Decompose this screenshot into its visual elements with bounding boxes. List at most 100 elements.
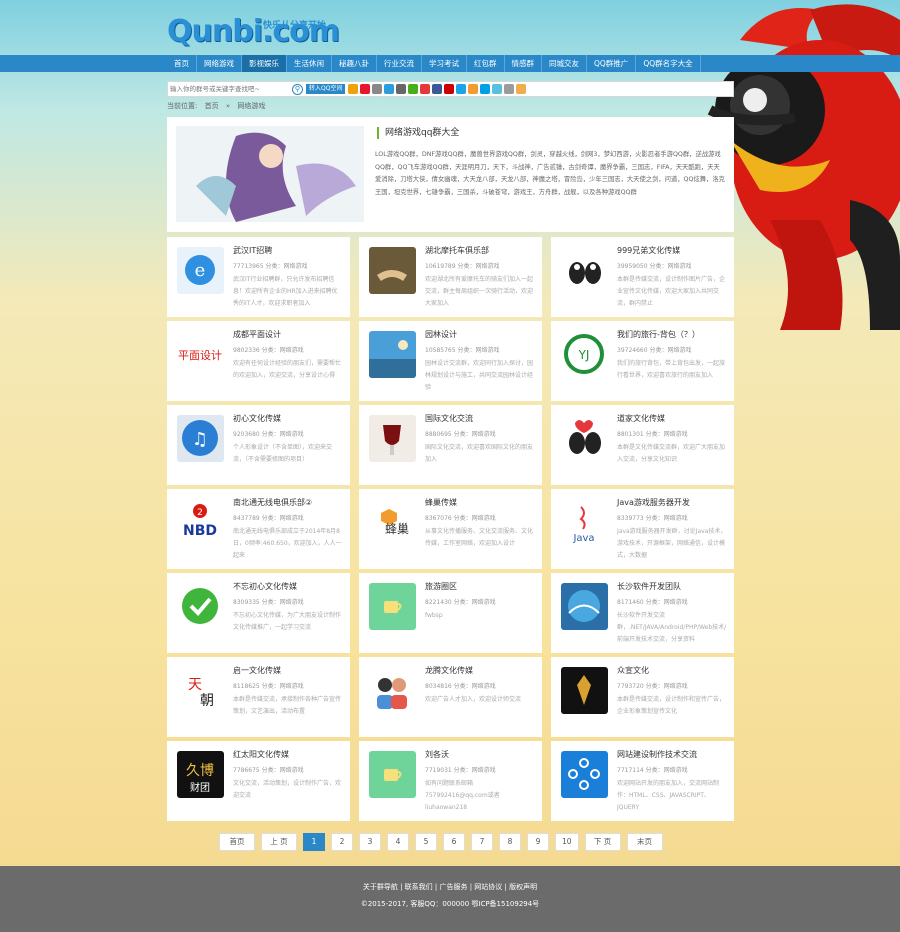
handshake-icon[interactable]	[369, 247, 416, 294]
group-card[interactable]: Java Java游戏服务器开发 8339773 分类：网络游戏 Java游戏服务器开…	[551, 489, 734, 569]
nav-item[interactable]: 秘趣八卦	[332, 55, 377, 72]
group-card[interactable]: 旅游圈区 8221430 分类：网络游戏 fwbsp	[359, 573, 542, 653]
kaixin-icon[interactable]	[492, 84, 503, 94]
print-icon[interactable]	[504, 84, 515, 94]
group-card[interactable]: 不忘初心文化传媒 8309335 分类：网络游戏 不忘初心文化传媒，为广大朋友设计制…	[167, 573, 350, 653]
card-title[interactable]: Java游戏服务器开发	[617, 497, 690, 508]
footer-links[interactable]: 关于群导航 | 联系我们 | 广告服务 | 网站协议 | 版权声明	[0, 882, 900, 892]
jiubo-logo-icon[interactable]: 久博 财团	[177, 751, 224, 798]
nav-item[interactable]: QQ群推广	[587, 55, 637, 72]
nav-item[interactable]: 首页	[167, 55, 197, 72]
card-title[interactable]: 不忘初心文化传媒	[233, 581, 297, 592]
globe-icon[interactable]	[561, 583, 608, 630]
wine-glass-icon[interactable]	[369, 415, 416, 462]
search-icon[interactable]: ⚲	[292, 83, 303, 95]
pager-page-button[interactable]: 1	[303, 833, 325, 851]
nav-item[interactable]: 学习考试	[422, 55, 467, 72]
mail-icon[interactable]	[480, 84, 491, 94]
card-title[interactable]: 成都平面设计	[233, 329, 281, 340]
card-title[interactable]: 国际文化交流	[425, 413, 473, 424]
landscape-icon[interactable]	[369, 331, 416, 378]
pager-page-button[interactable]: 6	[443, 833, 465, 851]
pager-page-button[interactable]: 8	[499, 833, 521, 851]
network-icon[interactable]	[561, 751, 608, 798]
pager-page-button[interactable]: 10	[555, 833, 579, 851]
group-card[interactable]: 国际文化交流 8880695 分类：网络游戏 国际文化交流，欢迎喜欢国际文化的朋友加…	[359, 405, 542, 485]
hive-logo-icon[interactable]: 蜂巢	[369, 499, 416, 546]
group-card[interactable]: 湖北摩托车俱乐部 10619789 分类：网络游戏 欢迎湖北所有爱摩托车的骑友们加入…	[359, 237, 542, 317]
bookmark-icon[interactable]	[468, 84, 479, 94]
nav-item[interactable]: 生活休闲	[287, 55, 332, 72]
group-card[interactable]: 2 NBD 南北通无线电俱乐部② 8437789 分类：网络游戏 南北通无线电俱乐部成立…	[167, 489, 350, 569]
nav-item[interactable]: 行业交流	[377, 55, 422, 72]
tianchao-logo-icon[interactable]: 天朝	[177, 667, 224, 714]
check-circle-icon[interactable]	[177, 583, 224, 630]
renren-icon[interactable]	[396, 84, 407, 94]
heart-icon[interactable]	[420, 84, 431, 94]
breadcrumb-home[interactable]: 首页	[205, 102, 219, 110]
group-card[interactable]: ♫ 初心文化传媒 9203680 分类：网络游戏 个人形象设计（不含单图），欢迎来交流…	[167, 405, 350, 485]
nav-item[interactable]: 红包群	[467, 55, 505, 72]
card-title[interactable]: 武汉IT招聘	[233, 245, 272, 256]
pager-nav-button[interactable]: 上 页	[261, 833, 297, 851]
nav-item[interactable]: 影视娱乐	[242, 55, 287, 72]
card-title[interactable]: 长沙软件开发团队	[617, 581, 681, 592]
share-qzone-button[interactable]: 转入QQ空间	[306, 84, 346, 94]
card-title[interactable]: 众宣文化	[617, 665, 649, 676]
card-title[interactable]: 999兄弟文化传媒	[617, 245, 680, 256]
pager-page-button[interactable]: 3	[359, 833, 381, 851]
group-card[interactable]: 天朝启一文化传媒 8118625 分类：网络游戏 本群是传媒交流，承接制作各种广告宣…	[167, 657, 350, 737]
pager-page-button[interactable]: 9	[527, 833, 549, 851]
pager-page-button[interactable]: 5	[415, 833, 437, 851]
facebook-icon[interactable]	[432, 84, 443, 94]
card-title[interactable]: 我们的旅行-背包（？）	[617, 329, 700, 340]
pager-nav-button[interactable]: 末页	[626, 833, 663, 851]
nav-item[interactable]: 同城交友	[542, 55, 587, 72]
group-card[interactable]: 久博 财团 红太阳文化传媒 7786675 分类：网络游戏 文化交流，活动策划，设计制作…	[167, 741, 350, 821]
java-icon[interactable]: Java	[561, 499, 608, 546]
card-title[interactable]: 红太阳文化传媒	[233, 749, 289, 760]
ie-icon[interactable]: e	[177, 247, 224, 294]
pager-nav-button[interactable]: 首页	[219, 833, 255, 851]
qq-icon[interactable]	[456, 84, 467, 94]
qq-penguin-icon[interactable]	[561, 247, 608, 294]
tencent-weibo-icon[interactable]	[384, 84, 395, 94]
card-title[interactable]: 刘各沃	[425, 749, 449, 760]
weibo-icon[interactable]	[360, 84, 371, 94]
card-title[interactable]: 湖北摩托车俱乐部	[425, 245, 489, 256]
star-icon[interactable]	[348, 84, 359, 94]
card-title[interactable]: 初心文化传媒	[233, 413, 281, 424]
pager-page-button[interactable]: 7	[471, 833, 493, 851]
breadcrumb-current[interactable]: 网络游戏	[237, 102, 265, 110]
group-card[interactable]: 龙腾文化传媒 8034816 分类：网络游戏 欢迎广告人才加入，欢迎设计师交流	[359, 657, 542, 737]
group-card[interactable]: 道家文化传媒 8801301 分类：网络游戏 本群是文化传媒交流群，欢迎广大朋友加入…	[551, 405, 734, 485]
search-input[interactable]	[168, 83, 288, 95]
emblem-icon[interactable]	[561, 667, 608, 714]
wechat-icon[interactable]	[408, 84, 419, 94]
coffee-cup-icon[interactable]	[369, 583, 416, 630]
card-title[interactable]: 南北通无线电俱乐部②	[233, 497, 312, 508]
more-icon[interactable]	[516, 84, 527, 94]
group-card[interactable]: 刘各沃 7719031 分类：网络游戏 如有问题联系邮箱757992416@qq.c…	[359, 741, 542, 821]
card-title[interactable]: 启一文化传媒	[233, 665, 281, 676]
music-note-icon[interactable]: ♫	[177, 415, 224, 462]
card-title[interactable]: 旅游圈区	[425, 581, 457, 592]
group-card[interactable]: 平面设计 成都平面设计 9802336 分类：网络游戏 欢迎有任何设计经验的朋友们，需…	[167, 321, 350, 401]
graphic-design-icon[interactable]: 平面设计	[177, 331, 224, 378]
card-title[interactable]: 网站建设制作技术交流	[617, 749, 697, 760]
site-logo[interactable]: Qunbi.com 快乐从分享开始	[167, 12, 340, 52]
group-card[interactable]: 蜂巢 蜂巢传媒 8367076 分类：网络游戏 从事文化传播服务、文化交流服务、文化传…	[359, 489, 542, 569]
pager-nav-button[interactable]: 下 页	[584, 833, 621, 851]
pager-page-button[interactable]: 4	[387, 833, 409, 851]
card-title[interactable]: 道家文化传媒	[617, 413, 665, 424]
couple-avatar-icon[interactable]	[369, 667, 416, 714]
group-card[interactable]: 网站建设制作技术交流 7717114 分类：网络游戏 欢迎网站开发的朋友加入，交流网…	[551, 741, 734, 821]
pager-page-button[interactable]: 2	[331, 833, 353, 851]
card-title[interactable]: 龙腾文化传媒	[425, 665, 473, 676]
travel-logo-icon[interactable]: YJ	[561, 331, 608, 378]
group-card[interactable]: 众宣文化 7793720 分类：网络游戏 本群是传媒交流，设计制作和宣传广告，企业形…	[551, 657, 734, 737]
coffee-cup-icon[interactable]	[369, 751, 416, 798]
qq-couple-icon[interactable]	[561, 415, 608, 462]
douban-icon[interactable]	[372, 84, 383, 94]
group-card[interactable]: YJ 我们的旅行-背包（？） 39724660 分类：网络游戏 我们的旅行背包，带上背…	[551, 321, 734, 401]
